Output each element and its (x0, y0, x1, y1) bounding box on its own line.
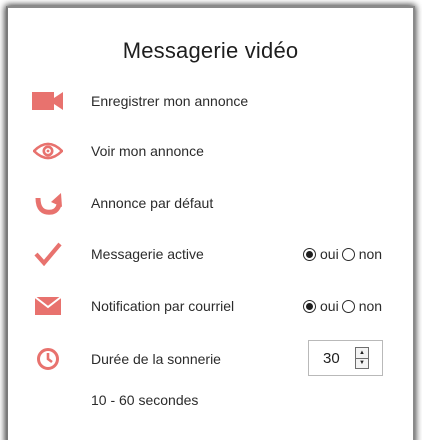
envelope-icon (28, 291, 68, 321)
video-messaging-panel: Messagerie vidéo Enregistrer mon annonce… (6, 6, 415, 440)
record-announcement-label[interactable]: Enregistrer mon annonce (91, 93, 248, 109)
clock-icon (28, 344, 68, 374)
ring-duration-stepper[interactable]: 30 ▲ ▼ (308, 340, 383, 376)
checkmark-icon (28, 239, 68, 269)
undo-arrow-icon[interactable] (28, 188, 68, 218)
email-notification-label: Notification par courriel (91, 298, 235, 314)
active-messaging-yes-label[interactable]: oui (320, 246, 339, 262)
default-announcement-label[interactable]: Annonce par défaut (91, 195, 213, 211)
view-announcement-row[interactable]: Voir mon annonce (28, 136, 418, 166)
record-announcement-row[interactable]: Enregistrer mon annonce (28, 86, 418, 116)
view-announcement-label[interactable]: Voir mon annonce (91, 143, 204, 159)
ring-duration-row: Durée de la sonnerie 30 ▲ ▼ (28, 340, 418, 376)
active-messaging-row: Messagerie active oui non (28, 239, 418, 269)
default-announcement-row[interactable]: Annonce par défaut (28, 188, 418, 218)
ring-duration-value[interactable]: 30 (323, 350, 340, 367)
email-notification-no-radio[interactable] (341, 299, 355, 313)
video-camera-icon[interactable] (28, 86, 68, 116)
page-title: Messagerie vidéo (122, 38, 299, 63)
email-notification-yes-radio[interactable] (303, 299, 316, 313)
email-notification-radio-group: oui non (303, 298, 385, 314)
email-notification-no-label[interactable]: non (359, 298, 382, 314)
decrement-button[interactable]: ▼ (356, 358, 368, 368)
active-messaging-no-label[interactable]: non (359, 246, 382, 262)
email-notification-yes-label[interactable]: oui (320, 298, 339, 314)
active-messaging-yes-radio[interactable] (303, 247, 316, 261)
email-notification-row: Notification par courriel oui non (28, 291, 418, 321)
screen: Messagerie vidéo Enregistrer mon annonce… (0, 0, 422, 440)
eye-icon[interactable] (28, 136, 68, 166)
active-messaging-no-radio[interactable] (341, 247, 355, 261)
ring-duration-label: Durée de la sonnerie (91, 351, 221, 367)
active-messaging-radio-group: oui non (303, 246, 385, 262)
ring-duration-hint: 10 - 60 secondes (91, 392, 199, 408)
active-messaging-label: Messagerie active (91, 246, 204, 262)
ring-duration-spinner[interactable]: ▲ ▼ (355, 347, 369, 369)
